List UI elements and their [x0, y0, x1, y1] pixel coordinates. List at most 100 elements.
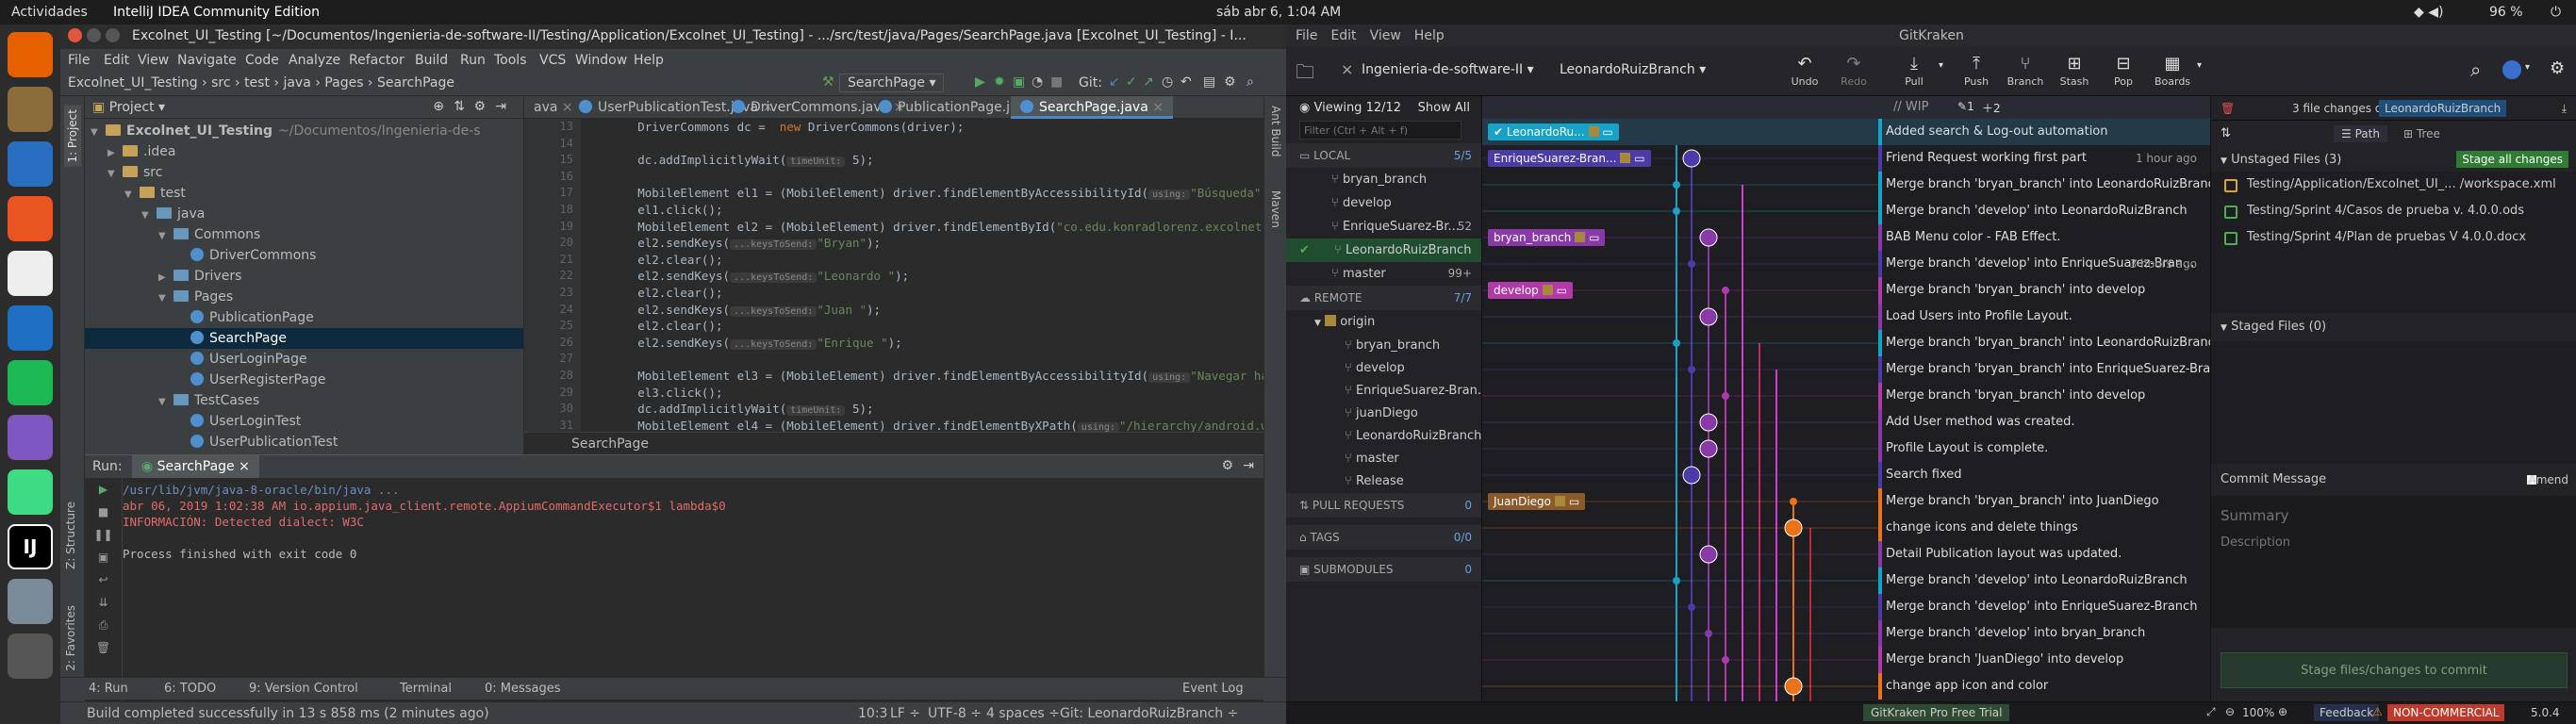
android-studio-icon[interactable]	[8, 469, 53, 515]
gk-menu-edit[interactable]: Edit	[1330, 28, 1356, 43]
tree-item[interactable]: ▼ src	[85, 162, 523, 183]
menu-navigate[interactable]: Navigate	[177, 53, 237, 68]
close-icon[interactable]: ×	[1148, 100, 1164, 115]
local-branch[interactable]: ⑂ EnriqueSuarez-Br... 52	[1286, 215, 1481, 239]
branch-tag[interactable]: develop ▭	[1488, 282, 1573, 299]
summary-input[interactable]	[2221, 505, 2560, 526]
structure-tool-tab[interactable]: Z: Structure	[64, 502, 77, 569]
event-log-tab[interactable]: Event Log	[1182, 682, 1244, 696]
branch-tag[interactable]: EnriqueSuarez-Bran... ▭	[1488, 150, 1651, 167]
run-gear-icon[interactable]: ⚙	[1221, 458, 1233, 473]
pause-icon[interactable]: ❚❚	[85, 523, 122, 546]
writer-icon[interactable]	[8, 141, 53, 187]
nav-crumb[interactable]: java	[283, 75, 310, 90]
indent[interactable]: 4 spaces ÷	[986, 706, 1060, 721]
commit-row[interactable]: Detail Publication layout was updated.	[1482, 541, 2210, 568]
stage-all-button[interactable]: Stage all changes	[2456, 151, 2568, 168]
filter-input[interactable]	[1299, 121, 1461, 140]
commit-row[interactable]: Merge branch 'bryan_branch' into Leonard…	[1482, 172, 2222, 198]
chevron-down-icon[interactable]: ▼	[91, 123, 106, 143]
run-tab[interactable]: ◉ SearchPage ×	[132, 455, 259, 478]
chevron-down-icon[interactable]: ▼	[158, 288, 173, 309]
branch-tag[interactable]: JuanDiego ▭	[1488, 493, 1586, 510]
cursor-position[interactable]: 10:3	[858, 706, 887, 721]
show-all-link[interactable]: Show All	[1418, 96, 1470, 121]
locate-icon[interactable]: ⊕	[433, 99, 444, 114]
favorites-tool-tab[interactable]: 2: Favorites	[64, 605, 77, 671]
download-icon[interactable]: ⤓	[2562, 96, 2567, 121]
tree-item[interactable]: ▼ Commons	[85, 224, 523, 245]
run-hide-icon[interactable]: ⇥	[1243, 458, 1254, 473]
commit-row[interactable]: BAB Menu color - FAB Effect. bryan_branch…	[1482, 224, 2210, 251]
run-tool-tab[interactable]: 4: Run	[89, 682, 128, 696]
revert-icon[interactable]: ↶	[1181, 74, 1192, 90]
commit-row[interactable]: Friend Request working first part 1 hour …	[1482, 145, 2210, 172]
files-icon[interactable]	[8, 87, 53, 132]
tags-section[interactable]: ⌂ TAGS 0/0	[1286, 525, 1481, 550]
tree-item[interactable]: PublicationPage	[85, 307, 523, 328]
staged-header[interactable]: ▼ Staged Files (0)	[2211, 313, 2576, 341]
terminal-tool-tab[interactable]: Terminal	[400, 682, 452, 696]
coverage-icon[interactable]: ▣	[1013, 74, 1025, 90]
app-menu[interactable]: IntelliJ IDEA Community Edition	[113, 5, 320, 20]
chevron-down-icon[interactable]: ▼	[107, 164, 123, 185]
vcs-tool-tab[interactable]: 9: Version Control	[249, 682, 358, 696]
chevron-down-icon[interactable]: ▼	[158, 392, 173, 413]
local-section[interactable]: ▭ LOCAL 5/5	[1286, 143, 1481, 168]
tree-item[interactable]: UserPublicationTest	[85, 432, 523, 452]
run-config-select[interactable]: SearchPage ▾	[839, 74, 945, 92]
amazon-icon[interactable]	[8, 251, 53, 296]
remote-branch[interactable]: ⑂ LeonardoRuizBranch	[1286, 425, 1481, 448]
menu-build[interactable]: Build	[415, 53, 448, 68]
collapse-icon[interactable]: ⇅	[454, 99, 465, 114]
submodules-section[interactable]: ▣ SUBMODULES 0	[1286, 557, 1481, 582]
network-icon[interactable]: ◆ ◀)	[2414, 5, 2443, 20]
remote-section[interactable]: ☁ REMOTE 7/7	[1286, 286, 1481, 310]
menu-run[interactable]: Run	[460, 53, 486, 68]
ant-build-tab[interactable]: Ant Build	[1269, 106, 1282, 156]
menu-view[interactable]: View	[138, 53, 169, 68]
editor-tab[interactable]: SearchPage.java ×	[1011, 96, 1173, 119]
commit-row[interactable]: Merge branch 'develop' into bryan_branch	[1482, 620, 2210, 647]
tree-item[interactable]: UserLoginTest	[85, 411, 523, 432]
pro-trial-button[interactable]: GitKraken Pro Free Trial	[1863, 704, 2010, 721]
eye-icon[interactable]: ◉	[1299, 101, 1310, 115]
commit-row[interactable]: Merge branch 'bryan_branch' into develop	[1482, 383, 2210, 409]
avatar[interactable]	[2502, 60, 2521, 79]
local-branch[interactable]: ⑂ develop	[1286, 191, 1481, 215]
nav-crumb[interactable]: test	[244, 75, 270, 90]
nav-crumb[interactable]: Excolnet_UI_Testing	[68, 75, 198, 90]
commit-row[interactable]: Merge branch 'develop' into EnriqueSuare…	[1482, 594, 2210, 620]
line-separator[interactable]: LF ÷	[890, 706, 920, 721]
firefox-icon[interactable]	[8, 32, 53, 77]
vcs-update-icon[interactable]: ↙	[1109, 74, 1120, 90]
noncommercial-badge[interactable]: NON-COMMERCIAL	[2387, 704, 2505, 721]
search-everywhere-icon[interactable]: ⌕	[1247, 74, 1254, 90]
unstaged-file[interactable]: Testing/Sprint 4/Plan de pruebas V 4.0.0…	[2211, 224, 2576, 251]
path-view-button[interactable]: ☰ Path	[2334, 125, 2387, 142]
commit-row[interactable]: change app icon and color	[1482, 673, 2210, 699]
remote-branch[interactable]: ⑂ juanDiego	[1286, 403, 1481, 425]
menu-help[interactable]: Help	[634, 53, 664, 68]
redo-button[interactable]: ↷ Redo	[1829, 53, 1878, 88]
soft-wrap-icon[interactable]: ↩	[85, 568, 122, 591]
hammer-icon[interactable]: ⚒	[822, 74, 834, 90]
profile-icon[interactable]: ◔	[1032, 74, 1043, 90]
settings-icon[interactable]: ⚙	[1224, 74, 1236, 90]
branch-tag[interactable]: bryan_branch ▭	[1488, 229, 1606, 246]
unstaged-header[interactable]: ▼ Unstaged Files (3) Stage all changes	[2211, 149, 2576, 172]
vcs-push-icon[interactable]: ↗	[1143, 74, 1154, 90]
commit-row[interactable]: Merge branch 'JuanDiego' into develop	[1482, 647, 2210, 673]
trash-icon[interactable]	[8, 634, 53, 679]
discard-icon[interactable]: 🗑	[2221, 96, 2235, 121]
tree-item[interactable]: ▼ java	[85, 204, 523, 224]
project-tool-tab[interactable]: 1: Project	[64, 106, 81, 167]
remote-origin[interactable]: ▼ origin	[1286, 310, 1481, 335]
vscode-icon[interactable]	[8, 305, 53, 351]
tree-item[interactable]: ▼ test	[85, 183, 523, 204]
commit-row[interactable]: Add User method was created.	[1482, 409, 2210, 436]
avatar-dropdown-icon[interactable]: ▾	[2525, 62, 2530, 73]
commit-row[interactable]: Merge branch 'develop' into LeonardoRuiz…	[1482, 198, 2210, 224]
pop-button[interactable]: ⊟ Pop	[2099, 53, 2148, 88]
gear-icon[interactable]: ⚙	[473, 99, 486, 114]
